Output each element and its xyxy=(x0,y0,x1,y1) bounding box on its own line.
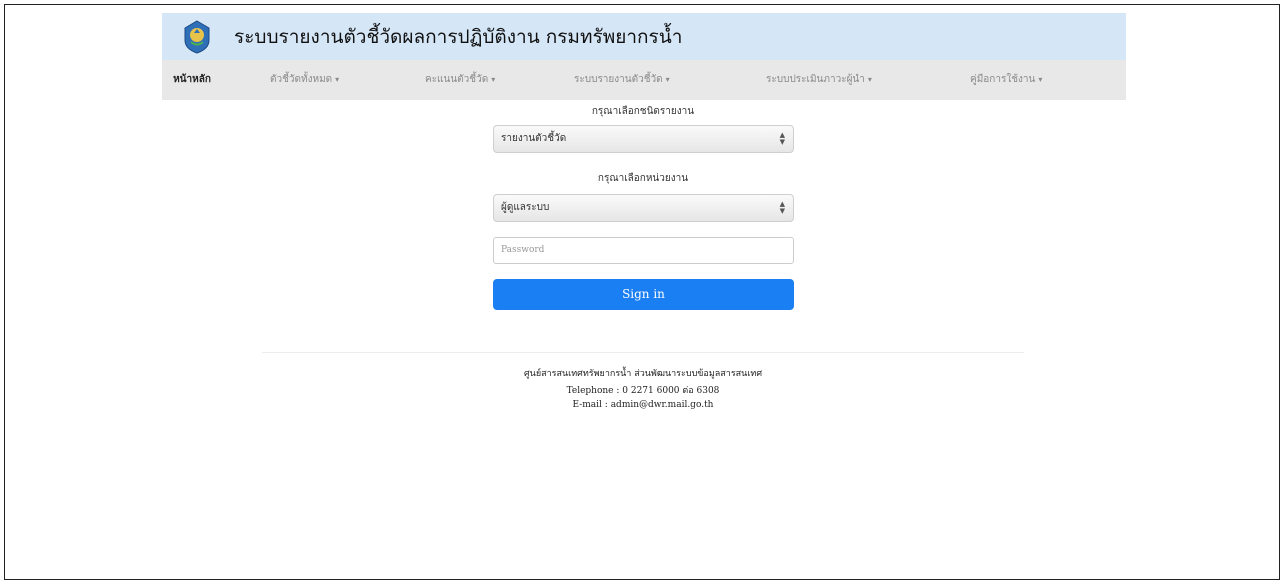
chevron-down-icon: ▾ xyxy=(665,75,670,84)
department-emblem-icon xyxy=(182,19,212,54)
select-arrows-icon: ▲ ▼ xyxy=(779,131,785,146)
password-placeholder: Password xyxy=(501,245,545,255)
nav-indicator-scores-label: คะแนนตัวชี้วัด xyxy=(425,74,489,85)
unit-label: กรุณาเลือกหน่วยงาน xyxy=(597,173,689,184)
footer-divider xyxy=(262,352,1024,353)
chevron-down-icon: ▾ xyxy=(491,75,496,84)
main-navbar: หน้าหลัก ตัวชี้วัดทั้งหมด ▾ คะแนนตัวชี้วั… xyxy=(162,60,1126,100)
nav-all-indicators-label: ตัวชี้วัดทั้งหมด xyxy=(270,74,333,85)
report-type-label: กรุณาเลือกชนิดรายงาน xyxy=(591,106,695,117)
footer-email: E-mail : admin@dwr.mail.go.th xyxy=(572,400,714,410)
nav-user-manual[interactable]: คู่มือการใช้งาน ▾ xyxy=(970,60,1042,100)
password-input[interactable]: Password xyxy=(493,237,794,264)
page-title: ระบบรายงานตัวชี้วัดผลการปฏิบัติงาน กรมทร… xyxy=(234,25,683,48)
unit-selected-value: ผู้ดูแลระบบ xyxy=(501,202,550,213)
report-type-select[interactable]: รายงานตัวชี้วัด ▲ ▼ xyxy=(493,125,794,153)
nav-all-indicators[interactable]: ตัวชี้วัดทั้งหมด ▾ xyxy=(270,60,339,100)
chevron-down-icon: ▾ xyxy=(1038,75,1043,84)
footer-telephone: Telephone : 0 2271 6000 ต่อ 6308 xyxy=(566,386,720,396)
nav-user-manual-label: คู่มือการใช้งาน xyxy=(970,74,1036,85)
chevron-down-icon: ▾ xyxy=(867,75,872,84)
sign-in-button[interactable]: Sign in xyxy=(493,279,794,310)
nav-home[interactable]: หน้าหลัก xyxy=(162,60,222,100)
nav-indicator-scores[interactable]: คะแนนตัวชี้วัด ▾ xyxy=(425,60,495,100)
footer-organization: ศูนย์สารสนเทศทรัพยากรน้ำ ส่วนพัฒนาระบบข้… xyxy=(523,369,763,379)
nav-leadership-assessment[interactable]: ระบบประเมินภาวะผู้นำ ▾ xyxy=(766,60,872,100)
page-header: ระบบรายงานตัวชี้วัดผลการปฏิบัติงาน กรมทร… xyxy=(162,13,1126,60)
chevron-down-icon: ▾ xyxy=(335,75,340,84)
unit-select[interactable]: ผู้ดูแลระบบ ▲ ▼ xyxy=(493,194,794,222)
nav-home-label: หน้าหลัก xyxy=(173,74,211,85)
select-arrows-icon: ▲ ▼ xyxy=(779,200,785,215)
report-type-selected-value: รายงานตัวชี้วัด xyxy=(501,133,567,144)
nav-indicator-report-system-label: ระบบรายงานตัวชี้วัด xyxy=(574,74,663,85)
nav-indicator-report-system[interactable]: ระบบรายงานตัวชี้วัด ▾ xyxy=(574,60,670,100)
nav-leadership-assessment-label: ระบบประเมินภาวะผู้นำ xyxy=(766,74,865,85)
